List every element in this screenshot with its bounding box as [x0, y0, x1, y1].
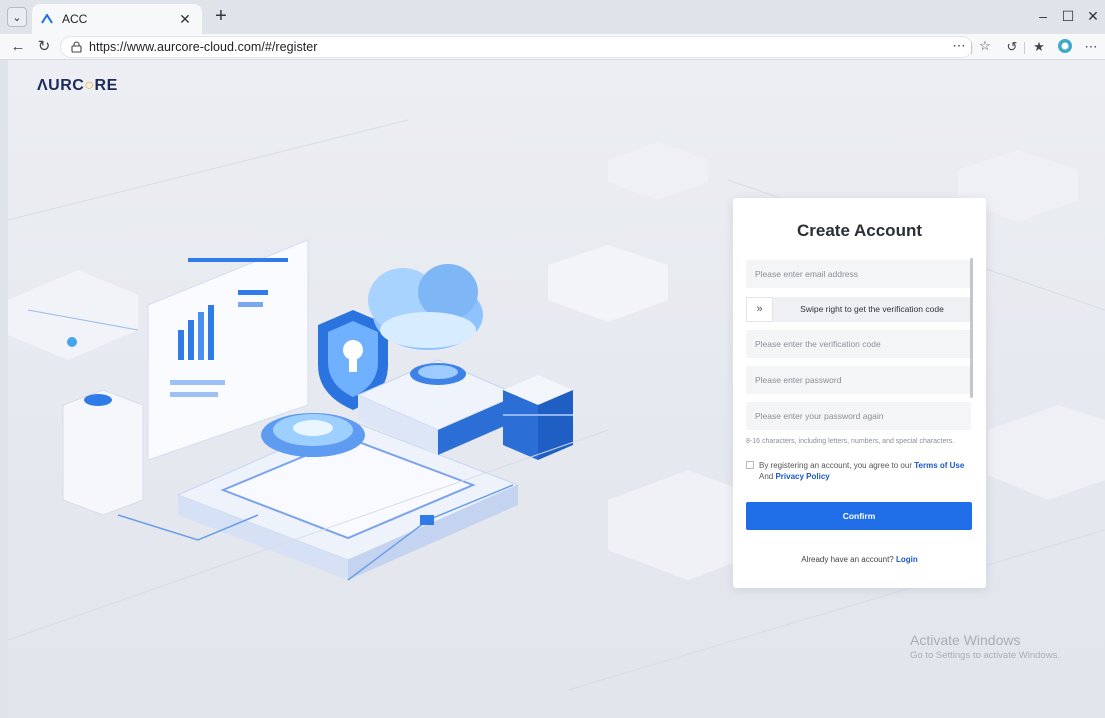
confirm-button[interactable]: Confirm — [746, 502, 972, 530]
lock-icon[interactable] — [69, 40, 83, 54]
page-options-icon[interactable]: ⋯ — [950, 37, 968, 55]
password-field[interactable] — [746, 366, 971, 394]
chevron-down-icon: ⌄ — [12, 11, 22, 24]
slider-hint-text: Swipe right to get the verification code — [800, 304, 944, 314]
watermark-title: Activate Windows — [910, 632, 1021, 648]
refresh-icon[interactable]: ↻ — [34, 37, 54, 57]
browser-essentials-icon[interactable]: ↺ — [1003, 38, 1021, 56]
logo-text-suffix: RE — [94, 77, 118, 94]
aurcore-favicon-icon — [40, 12, 54, 26]
login-prompt: Already have an account? Login — [733, 555, 986, 564]
register-page: ΛURC○RE Create Account » Swipe right to … — [8, 60, 1105, 718]
favorite-star-icon[interactable]: ☆ — [976, 37, 994, 55]
aurcore-logo[interactable]: ΛURC○RE — [37, 77, 118, 95]
register-card: Create Account » Swipe right to get the … — [733, 198, 986, 588]
settings-more-icon[interactable]: ⋯ — [1082, 38, 1100, 56]
close-window-button[interactable]: ✕ — [1083, 8, 1103, 25]
login-prompt-text: Already have an account? — [801, 555, 894, 564]
form-scrollbar[interactable] — [970, 258, 973, 398]
browser-tab[interactable]: ACC ✕ — [32, 4, 202, 34]
confirm-password-field[interactable] — [746, 402, 971, 430]
email-field[interactable] — [746, 260, 971, 288]
browser-toolbar: ← ↻ https://www.aurcore-cloud.com/#/regi… — [0, 34, 1105, 60]
agree-text: By registering an account, you agree to … — [759, 460, 974, 482]
verification-code-field[interactable] — [746, 330, 971, 358]
page-title: Create Account — [796, 221, 922, 240]
watermark-subtitle: Go to Settings to activate Windows. — [910, 650, 1060, 661]
new-tab-button[interactable]: + — [210, 6, 232, 28]
tab-title: ACC — [62, 12, 88, 26]
toolbar-divider — [971, 42, 972, 54]
copilot-icon[interactable] — [1056, 38, 1074, 56]
agree-checkbox[interactable] — [746, 461, 754, 469]
close-tab-icon[interactable]: ✕ — [176, 11, 194, 28]
address-bar[interactable]: https://www.aurcore-cloud.com/#/register — [60, 36, 973, 58]
tab-actions-button[interactable]: ⌄ — [7, 7, 27, 27]
terms-of-use-link[interactable]: Terms of Use — [914, 461, 964, 470]
double-chevron-right-icon[interactable]: » — [746, 297, 773, 322]
agree-and-text: And — [759, 472, 774, 481]
login-link[interactable]: Login — [896, 555, 918, 564]
agree-prefix-text: By registering an account, you agree to … — [759, 461, 912, 470]
url-text: https://www.aurcore-cloud.com/#/register — [89, 40, 318, 54]
browser-tab-bar: ⌄ ACC ✕ + – ☐ ✕ — [0, 0, 1105, 34]
maximize-window-button[interactable]: ☐ — [1058, 8, 1078, 25]
minimize-window-button[interactable]: – — [1033, 8, 1053, 24]
privacy-policy-link[interactable]: Privacy Policy — [775, 472, 829, 481]
password-hint: 8-16 characters, including letters, numb… — [746, 438, 955, 445]
logo-text-prefix: ΛURC — [37, 77, 85, 94]
verification-slider[interactable]: » Swipe right to get the verification co… — [746, 297, 971, 322]
favorites-list-icon[interactable]: ★ — [1030, 38, 1048, 56]
toolbar-divider — [1024, 42, 1025, 54]
activate-windows-watermark: Activate Windows Go to Settings to activ… — [910, 632, 1060, 661]
logo-o-mark: ○ — [84, 77, 95, 94]
back-arrow-icon[interactable]: ← — [8, 37, 28, 57]
